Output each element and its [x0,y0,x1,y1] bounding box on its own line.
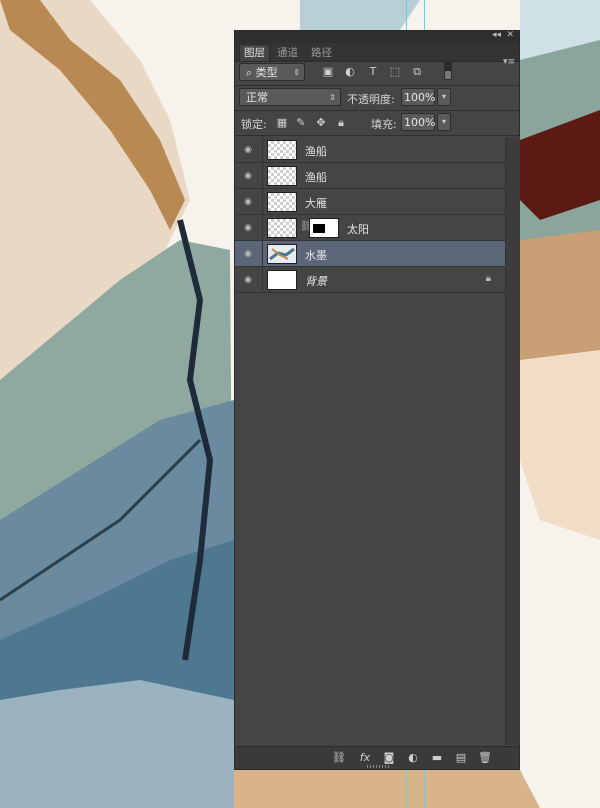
layer-row[interactable]: ◉ 渔船 [235,163,505,189]
opacity-label: 不透明度: [347,93,395,106]
layer-list-scrollbar[interactable] [505,137,520,745]
shape-icon[interactable]: ⬚ [388,65,402,79]
layer-name[interactable]: 渔船 [305,143,327,159]
eye-icon[interactable]: ◉ [241,169,255,183]
layer-row[interactable]: ◉ 大雁 [235,189,505,215]
divider [235,85,519,86]
layer-row[interactable]: ◉ 渔船 [235,137,505,163]
layer-thumbnail [267,140,297,160]
layer-thumbnail [267,192,297,212]
tab-channels[interactable]: 通道 [273,45,302,61]
panel-menu-icon[interactable]: ▾≡ [503,57,515,67]
lock-transparent-icon[interactable]: ▦ [275,116,289,130]
filter-kind-select[interactable]: ⌕ 类型 ⇕ [239,63,305,81]
resize-grip[interactable] [367,765,389,768]
layer-thumbnail [267,218,297,238]
eye-icon[interactable]: ◉ [241,273,255,287]
divider [235,135,519,136]
lock-all-icon[interactable]: 🔒︎ [334,116,348,130]
eye-icon[interactable]: ◉ [241,221,255,235]
new-group-icon[interactable]: ▬ [429,750,445,766]
new-layer-icon[interactable]: ▤ [453,750,469,766]
eye-icon[interactable]: ◉ [241,247,255,261]
close-icon[interactable]: ✕ [506,30,514,40]
updown-icon: ⇕ [329,93,336,102]
lock-position-icon[interactable]: ✥ [314,116,328,130]
panel-bottom-bar: ⛓ fx ◙ ◐ ▬ ▤ 🗑︎ [235,746,519,769]
fill-label: 填充: [371,118,397,131]
tab-paths[interactable]: 路径 [307,45,336,61]
fx-icon[interactable]: fx [357,750,373,766]
tab-layers[interactable]: 图层 [239,44,270,61]
layer-name[interactable]: 水墨 [305,247,327,263]
collapse-icon[interactable]: ◂◂ [492,30,501,40]
layer-row[interactable]: ◉ 水墨 [235,241,505,267]
layer-name[interactable]: 渔船 [305,169,327,185]
lock-label: 锁定: [241,118,267,131]
eye-icon[interactable]: ◉ [241,143,255,157]
layers-panel: ◂◂ ✕ 图层 通道 路径 ▾≡ ⌕ 类型 ⇕ ▣ ◐ T ⬚ ⧉ 正常 ⇕ 不… [234,30,520,770]
blend-mode-value: 正常 [246,91,268,104]
image-icon[interactable]: ▣ [321,65,335,79]
fill-dropdown-button[interactable]: ▾ [437,113,451,131]
type-icon[interactable]: T [366,65,380,79]
filter-kind-label: 类型 [255,66,278,79]
layer-row[interactable]: ◉ 背景 🔒︎ [235,267,505,293]
filter-toggle-switch[interactable] [444,62,452,80]
layer-name[interactable]: 背景 [305,273,327,289]
divider [235,110,519,111]
ink-thumbnail-art [269,247,295,261]
search-icon: ⌕ [246,66,256,79]
layer-name[interactable]: 大雁 [305,195,327,211]
layer-name[interactable]: 太阳 [347,221,369,237]
updown-icon: ⇕ [293,68,300,77]
opacity-input[interactable]: 100% [401,88,435,106]
adjustment-icon[interactable]: ◐ [343,65,357,79]
layer-thumbnail [267,166,297,186]
panel-tabs: 图层 通道 路径 ▾≡ [235,43,519,67]
layer-thumbnail [267,244,297,264]
opacity-dropdown-button[interactable]: ▾ [437,88,451,106]
lock-brush-icon[interactable]: ✎ [294,116,308,130]
layer-list: ◉ 渔船 ◉ 渔船 ◉ 大雁 ◉ ⛓ 太阳 ◉ 水墨 ◉ 背景 🔒︎ [235,137,505,293]
smart-object-icon[interactable]: ⧉ [410,65,424,79]
delete-layer-icon[interactable]: 🗑︎ [477,750,493,766]
adjustment-layer-icon[interactable]: ◐ [405,750,421,766]
layer-thumbnail [267,270,297,290]
lock-icon: 🔒︎ [485,273,491,284]
add-mask-icon[interactable]: ◙ [381,750,397,766]
blend-mode-select[interactable]: 正常 ⇕ [239,88,341,106]
fill-input[interactable]: 100% [401,113,435,131]
filter-toggle-knob [445,71,451,79]
eye-icon[interactable]: ◉ [241,195,255,209]
link-layers-icon[interactable]: ⛓ [331,750,347,766]
layer-mask-thumbnail[interactable] [309,218,339,238]
layer-row[interactable]: ◉ ⛓ 太阳 [235,215,505,241]
